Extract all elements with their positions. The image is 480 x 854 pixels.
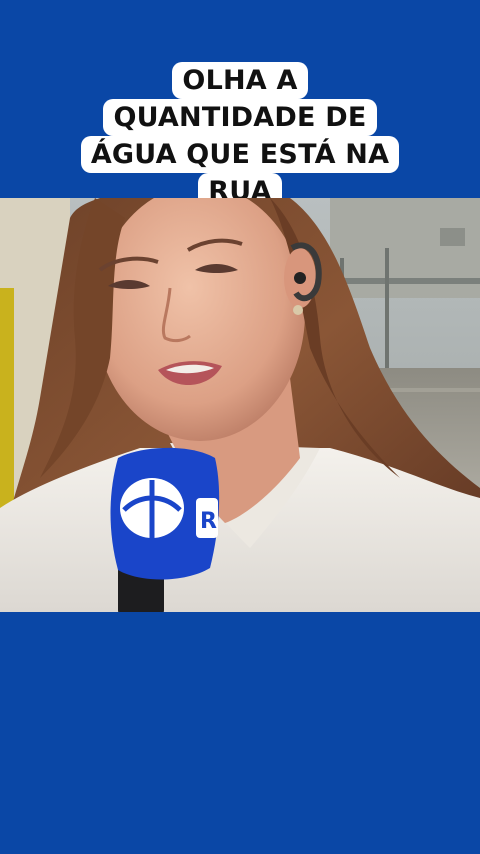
bottom-background-band	[0, 612, 480, 854]
caption-line: ÁGUA QUE ESTÁ NA	[80, 136, 400, 173]
earring	[293, 305, 303, 315]
microphone-logo-letter: R	[200, 509, 217, 534]
earpiece-bud	[294, 272, 306, 284]
video-frame[interactable]: R	[0, 198, 480, 612]
caption-overlay: OLHA A QUANTIDADE DE ÁGUA QUE ESTÁ NA RU…	[0, 62, 480, 210]
video-scene: R	[0, 198, 480, 612]
caption-line: OLHA A	[172, 62, 308, 99]
fence-right	[385, 248, 389, 368]
caption-line: QUANTIDADE DE	[103, 99, 377, 136]
building-window	[440, 228, 465, 246]
